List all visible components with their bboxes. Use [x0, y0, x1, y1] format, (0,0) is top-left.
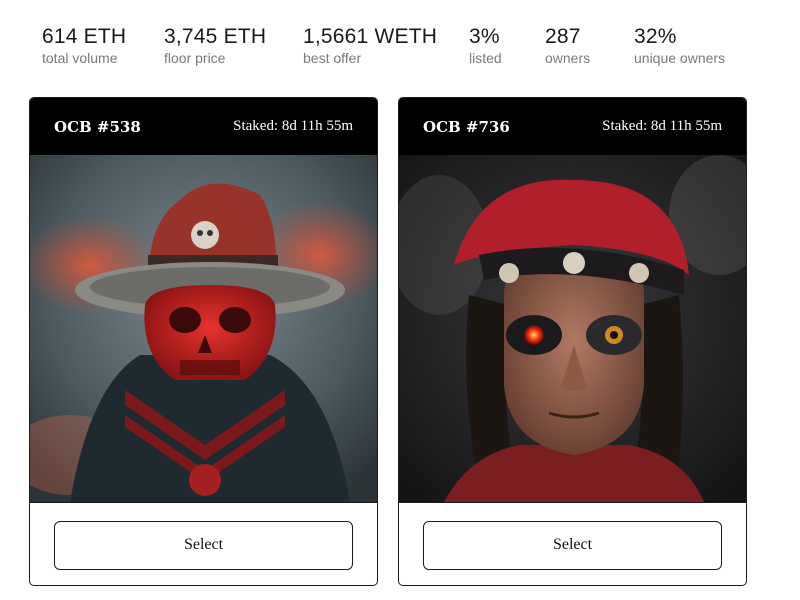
collection-stats: 614 ETH total volume 3,745 ETH floor pri…: [42, 24, 744, 66]
stat-owners: 287 owners: [545, 24, 634, 66]
red-skull-pirate-portrait-icon: [30, 155, 377, 502]
stat-value: 3%: [469, 25, 500, 48]
staked-duration: Staked: 8d 11h 55m: [602, 118, 722, 134]
card-header: OCB #538 Staked: 8d 11h 55m: [30, 98, 377, 155]
stat-label: unique owners: [634, 50, 726, 66]
nft-card[interactable]: OCB #538 Staked: 8d 11h 55m Select: [29, 97, 378, 586]
card-title: OCB #736: [423, 117, 510, 136]
stat-unique-owners: 32% unique owners: [634, 24, 744, 66]
nft-card[interactable]: OCB #736 Staked: 8d 11h 55m Select: [398, 97, 747, 586]
stat-value: 614 ETH: [42, 25, 127, 48]
card-header: OCB #736 Staked: 8d 11h 55m: [399, 98, 746, 155]
staked-duration: Staked: 8d 11h 55m: [233, 118, 353, 134]
stat-value: 3,745 ETH: [164, 25, 267, 48]
card-title: OCB #538: [54, 117, 141, 136]
pirate-with-bandana-portrait-icon: [399, 155, 746, 502]
stat-floor-price: 3,745 ETH floor price: [164, 24, 303, 66]
stat-total-volume: 614 ETH total volume: [42, 24, 164, 66]
stat-label: floor price: [164, 50, 226, 66]
stat-best-offer: 1,5661 WETH best offer: [303, 24, 469, 66]
stat-label: best offer: [303, 50, 362, 66]
card-footer: Select: [30, 502, 377, 585]
stat-label: listed: [469, 50, 502, 66]
stat-value: 32%: [634, 25, 677, 48]
stat-value: 1,5661 WETH: [303, 25, 438, 48]
stat-label: total volume: [42, 50, 118, 66]
card-footer: Select: [399, 502, 746, 585]
select-button[interactable]: Select: [423, 520, 722, 570]
stat-listed: 3% listed: [469, 24, 545, 66]
stat-label: owners: [545, 50, 591, 66]
stat-value: 287: [545, 25, 581, 48]
select-button[interactable]: Select: [54, 520, 353, 570]
